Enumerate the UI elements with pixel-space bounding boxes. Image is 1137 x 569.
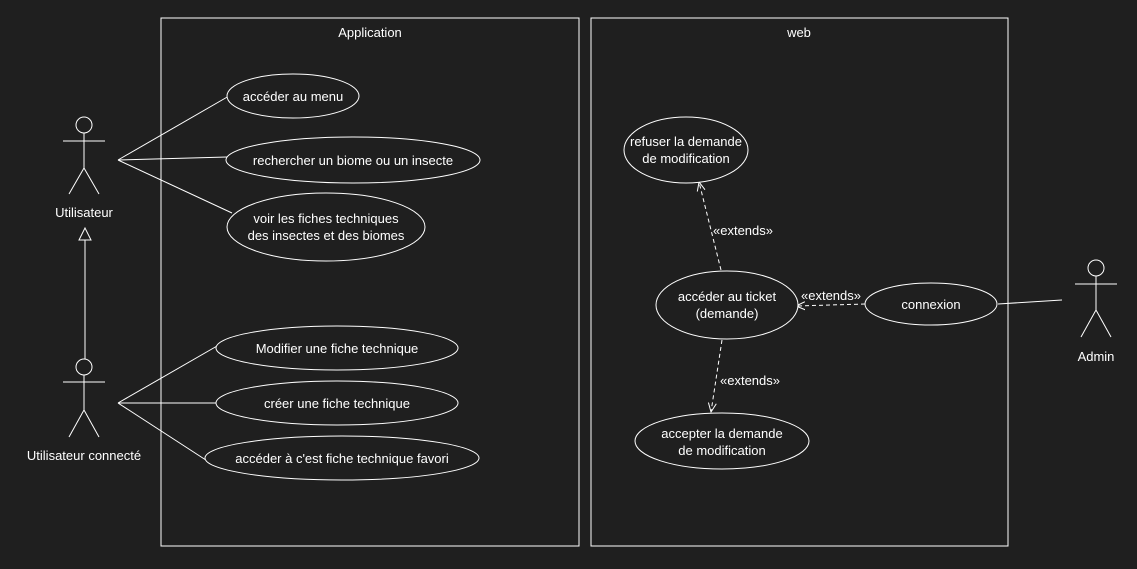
actor-label: Utilisateur connecté xyxy=(27,448,141,463)
system-web: web xyxy=(590,17,1009,547)
generalization-connecte-utilisateur xyxy=(78,226,92,359)
system-web-title: web xyxy=(786,25,811,40)
extend-connexion-label: «extends» xyxy=(801,288,861,303)
use-case-modifier-fiche: Modifier une fiche technique xyxy=(215,325,459,371)
use-case-rechercher: rechercher un biome ou un insecte xyxy=(225,136,481,184)
extend-accepter-label: «extends» xyxy=(720,373,780,388)
use-case-label-line1: accéder au ticket xyxy=(678,289,777,304)
actor-utilisateur: Utilisateur xyxy=(55,116,114,220)
use-case-creer-fiche: créer une fiche technique xyxy=(215,380,459,426)
use-case-label: connexion xyxy=(901,297,960,312)
use-case-acceder-ticket: accéder au ticket (demande) xyxy=(655,270,799,340)
use-case-fiche-favori: accéder à c'est fiche technique favori xyxy=(204,435,480,481)
use-case-label-line1: voir les fiches techniques xyxy=(253,211,399,226)
extend-accepter: «extends» xyxy=(711,339,780,412)
use-case-label-line1: refuser la demande xyxy=(630,134,742,149)
actor-label: Utilisateur xyxy=(55,205,113,220)
stick-figure-icon xyxy=(1075,259,1117,338)
assoc-connecte-modifier xyxy=(117,341,225,404)
assoc-utilisateur-voir xyxy=(117,159,233,214)
stick-figure-icon xyxy=(63,358,105,438)
use-case-label-line2: de modification xyxy=(678,443,765,458)
use-case-label-line2: des insectes et des biomes xyxy=(248,228,405,243)
use-case-label: accéder au menu xyxy=(243,89,343,104)
generalization-arrowhead xyxy=(78,226,92,241)
actor-utilisateur-connecte: Utilisateur connecté xyxy=(27,358,141,463)
assoc-utilisateur-menu xyxy=(117,95,230,161)
use-case-label: Modifier une fiche technique xyxy=(256,341,419,356)
extend-refuser: «extends» xyxy=(699,182,773,271)
actor-admin: Admin xyxy=(1075,259,1117,364)
extend-refuser-label: «extends» xyxy=(713,223,773,238)
actor-label: Admin xyxy=(1078,349,1115,364)
use-case-accepter-demande: accepter la demande de modification xyxy=(634,412,810,470)
use-case-label-line2: de modification xyxy=(642,151,729,166)
stick-figure-icon xyxy=(63,116,105,195)
use-case-label: rechercher un biome ou un insecte xyxy=(253,153,453,168)
use-case-label: accéder à c'est fiche technique favori xyxy=(235,451,449,466)
system-application-title: Application xyxy=(338,25,402,40)
use-case-label-line1: accepter la demande xyxy=(661,426,782,441)
assoc-utilisateur-rechercher xyxy=(117,156,228,161)
use-case-label-line2: (demande) xyxy=(696,306,759,321)
extend-connexion: «extends» xyxy=(796,288,866,306)
use-case-label: créer une fiche technique xyxy=(264,396,410,411)
use-case-diagram: Application web «extends» «extends» «ext… xyxy=(27,17,1117,547)
use-case-connexion: connexion xyxy=(864,282,998,326)
use-case-voir-fiches: voir les fiches techniques des insectes … xyxy=(226,192,426,262)
use-case-refuser-demande: refuser la demande de modification xyxy=(623,116,749,184)
use-case-acceder-menu: accéder au menu xyxy=(226,73,360,119)
